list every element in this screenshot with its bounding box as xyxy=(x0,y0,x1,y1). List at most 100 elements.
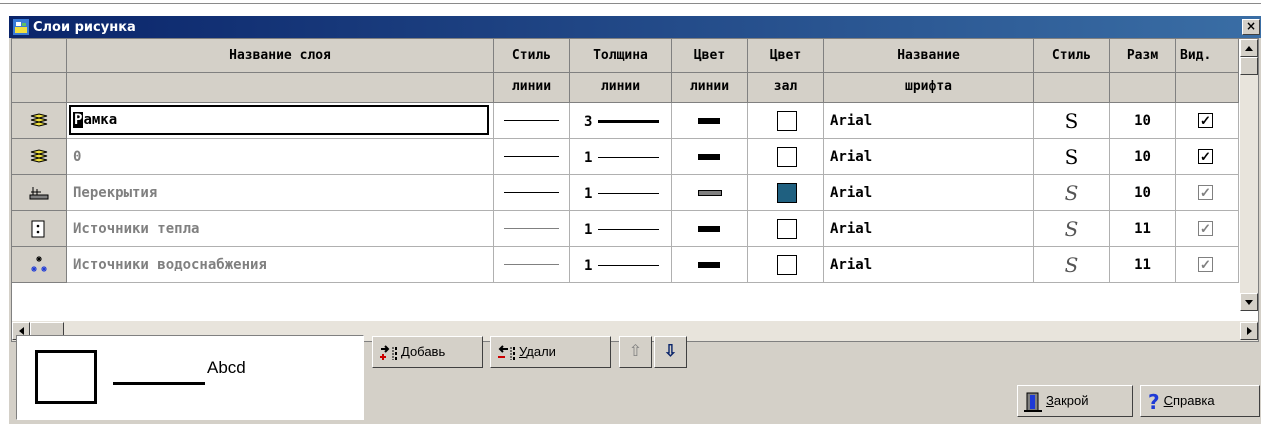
scroll-down-button[interactable] xyxy=(1240,293,1258,311)
add-hotkey: Д xyxy=(401,344,410,359)
font-style-cell[interactable]: S xyxy=(1034,139,1110,175)
visible-checkbox[interactable]: ✓ xyxy=(1198,185,1213,200)
visible-cell[interactable]: ✓ xyxy=(1176,247,1239,283)
stacked-layers-icon xyxy=(30,149,48,163)
fill-color-cell[interactable] xyxy=(748,139,824,175)
visible-checkbox[interactable]: ✓ xyxy=(1198,221,1213,236)
line-color-swatch xyxy=(698,226,720,232)
preview-line-sample xyxy=(113,382,205,385)
close-label: акрой xyxy=(1053,393,1089,408)
layers-grid: Название слоя Стиль Толщина Цвет Цвет На… xyxy=(11,38,1259,342)
add-layer-icon xyxy=(380,344,397,360)
header-corner-2 xyxy=(12,73,67,103)
header-line-style-2: линии xyxy=(494,73,570,103)
layer-icon-cell[interactable] xyxy=(12,211,67,247)
fill-color-cell[interactable] xyxy=(748,103,824,139)
header-font-name[interactable]: Название xyxy=(824,39,1034,73)
arrow-right-icon xyxy=(1246,327,1252,335)
line-color-cell[interactable] xyxy=(672,211,748,247)
layer-name-editor[interactable]: Рамка xyxy=(69,105,489,135)
font-style-cell[interactable]: S xyxy=(1034,103,1110,139)
fill-color-cell[interactable] xyxy=(748,247,824,283)
visible-cell[interactable]: ✓ xyxy=(1176,175,1239,211)
header-line-color[interactable]: Цвет xyxy=(672,39,748,73)
line-color-cell[interactable] xyxy=(672,103,748,139)
layer-icon-cell[interactable] xyxy=(12,139,67,175)
layer-icon-cell[interactable] xyxy=(12,175,67,211)
window-title: Слои рисунка xyxy=(33,20,136,35)
delete-layer-button[interactable]: Удали xyxy=(490,336,611,368)
line-color-cell[interactable] xyxy=(672,247,748,283)
line-thickness-cell[interactable]: 1 xyxy=(570,175,672,211)
line-thickness-cell[interactable]: 1 xyxy=(570,211,672,247)
header-font-size[interactable]: Разм xyxy=(1110,39,1176,73)
header-line-thickness-2: линии xyxy=(570,73,672,103)
thickness-value: 1 xyxy=(584,186,593,202)
door-exit-icon xyxy=(1024,392,1042,412)
font-style-cell[interactable]: S xyxy=(1034,247,1110,283)
top-separator xyxy=(0,3,1261,4)
fill-color-cell[interactable] xyxy=(748,175,824,211)
header-visible[interactable]: Вид. xyxy=(1176,39,1239,73)
layer-name-cell[interactable]: Рамка xyxy=(67,103,494,139)
line-style-cell[interactable] xyxy=(494,175,570,211)
font-name-cell[interactable]: Arial xyxy=(824,139,1034,175)
font-name-cell[interactable]: Arial xyxy=(824,247,1034,283)
add-layer-button[interactable]: Добавь xyxy=(372,336,483,368)
line-thickness-cell[interactable]: 1 xyxy=(570,247,672,283)
font-style-cell[interactable]: S xyxy=(1034,175,1110,211)
layer-icon-cell[interactable] xyxy=(12,103,67,139)
scroll-up-button[interactable] xyxy=(1240,39,1258,57)
thickness-sample xyxy=(598,229,659,230)
line-style-cell[interactable] xyxy=(494,247,570,283)
header-line-color-2: линии xyxy=(672,73,748,103)
visible-checkbox[interactable]: ✓ xyxy=(1198,257,1213,272)
header-line-thickness[interactable]: Толщина xyxy=(570,39,672,73)
layer-name-cell[interactable]: 0 xyxy=(67,139,494,175)
line-style-cell[interactable] xyxy=(494,139,570,175)
visible-cell[interactable]: ✓ xyxy=(1176,103,1239,139)
header-layer-name[interactable]: Название слоя xyxy=(67,39,494,73)
visible-checkbox[interactable]: ✓ xyxy=(1198,149,1213,164)
move-down-button[interactable]: ⇩ xyxy=(654,336,687,368)
line-style-cell[interactable] xyxy=(494,211,570,247)
line-color-cell[interactable] xyxy=(672,139,748,175)
line-color-swatch xyxy=(698,262,720,268)
thickness-sample xyxy=(598,120,659,123)
font-style-cell[interactable]: S xyxy=(1034,211,1110,247)
header-line-style[interactable]: Стиль xyxy=(494,39,570,73)
line-color-cell[interactable] xyxy=(672,175,748,211)
font-size-cell[interactable]: 10 xyxy=(1110,139,1176,175)
help-button[interactable]: ? Справка xyxy=(1140,385,1260,417)
font-size-cell[interactable]: 11 xyxy=(1110,247,1176,283)
fill-color-swatch xyxy=(777,183,797,203)
header-font-style[interactable]: Стиль xyxy=(1034,39,1110,73)
font-name-cell[interactable]: Arial xyxy=(824,175,1034,211)
scroll-right-button[interactable] xyxy=(1240,322,1258,340)
visible-cell[interactable]: ✓ xyxy=(1176,211,1239,247)
move-up-button[interactable]: ⇧ xyxy=(619,336,652,368)
line-thickness-cell[interactable]: 1 xyxy=(570,139,672,175)
close-button[interactable]: Закрой xyxy=(1017,385,1133,417)
visible-checkbox[interactable]: ✓ xyxy=(1198,113,1213,128)
font-name-cell[interactable]: Arial xyxy=(824,211,1034,247)
fill-color-swatch xyxy=(777,111,797,131)
layer-name-cell[interactable]: Перекрытия xyxy=(67,175,494,211)
visible-cell[interactable]: ✓ xyxy=(1176,139,1239,175)
font-size-cell[interactable]: 10 xyxy=(1110,175,1176,211)
floor-slab-icon xyxy=(29,187,49,200)
line-style-cell[interactable] xyxy=(494,103,570,139)
layer-name-cell[interactable]: Источники тепла xyxy=(67,211,494,247)
font-size-cell[interactable]: 11 xyxy=(1110,211,1176,247)
close-window-button[interactable]: × xyxy=(1242,19,1260,35)
vertical-scrollbar[interactable] xyxy=(1240,39,1258,311)
header-fill-color[interactable]: Цвет xyxy=(748,39,824,73)
font-name-cell[interactable]: Arial xyxy=(824,103,1034,139)
layer-icon-cell[interactable] xyxy=(12,247,67,283)
help-icon: ? xyxy=(1148,389,1160,414)
layer-name-cell[interactable]: Источники водоснабжения xyxy=(67,247,494,283)
font-size-cell[interactable]: 10 xyxy=(1110,103,1176,139)
line-thickness-cell[interactable]: 3 xyxy=(570,103,672,139)
scroll-thumb[interactable] xyxy=(1240,57,1258,75)
fill-color-cell[interactable] xyxy=(748,211,824,247)
